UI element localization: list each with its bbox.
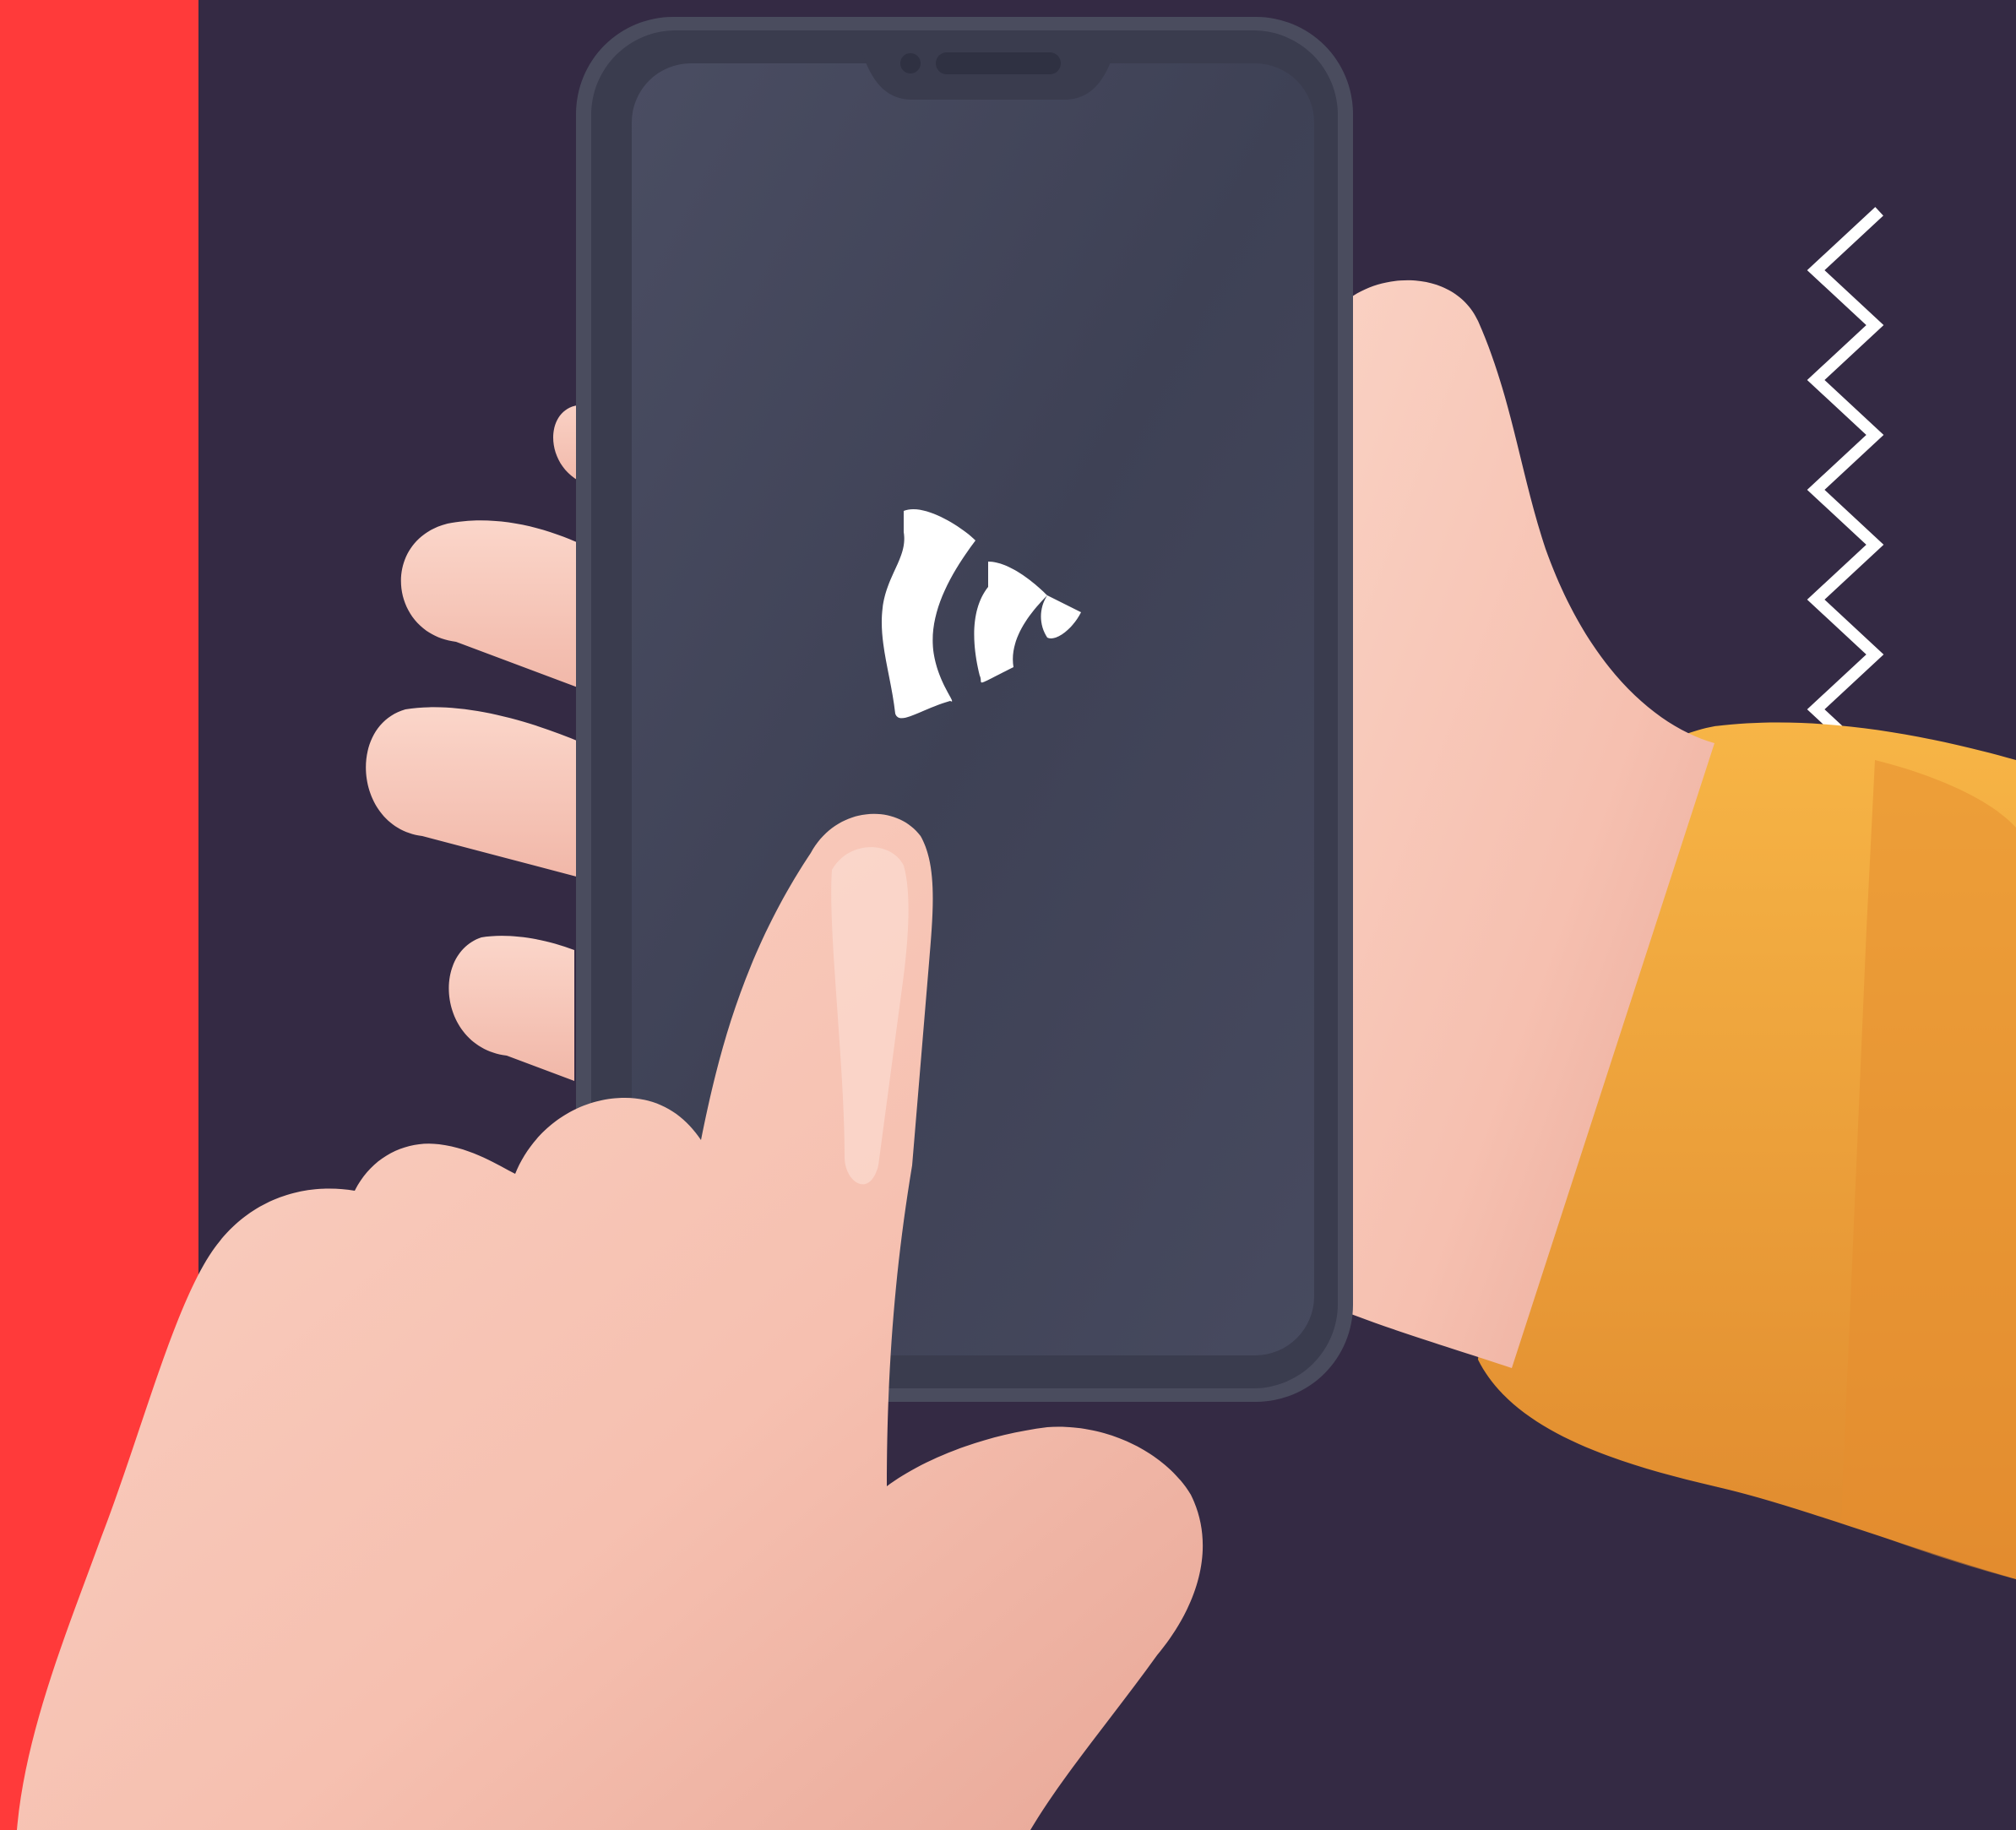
phone-camera <box>900 53 921 73</box>
phone-speaker <box>936 52 1061 74</box>
illustration <box>0 0 2016 1830</box>
